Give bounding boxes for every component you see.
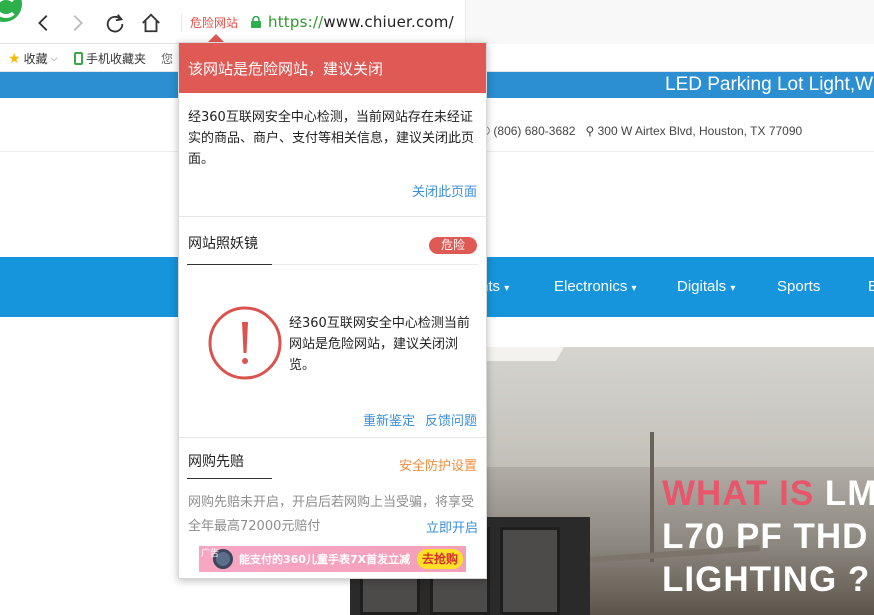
section-underline <box>187 478 272 479</box>
nav-item-digitals[interactable]: Digitals ▾ <box>677 278 735 295</box>
chevron-down-icon: ▾ <box>504 283 510 294</box>
popup-description: 经360互联网安全中心检测，当前网站存在未经证实的商品、商户、支付等相关信息，建… <box>188 110 475 167</box>
feedback-link[interactable]: 反馈问题 <box>425 410 477 429</box>
phone-icon <box>74 52 83 65</box>
security-warning-popup: 该网站是危险网站，建议关闭 经360互联网安全中心检测，当前网站存在未经证实的商… <box>178 42 487 579</box>
hero-heading: WHAT IS LM L70 PF THD I LIGHTING ? <box>662 472 874 601</box>
forward-icon[interactable] <box>64 10 90 36</box>
reassess-link[interactable]: 重新鉴定 <box>363 410 415 429</box>
ad-tag: 广告 <box>201 549 220 559</box>
url-host: www.chiuer.com/ <box>323 13 454 31</box>
ad-text: 能支付的360儿童手表7X首发立减 <box>239 553 411 566</box>
ad-cta-button[interactable]: 去抢购 <box>416 549 463 569</box>
popup-header: 该网站是危险网站，建议关闭 <box>179 43 486 93</box>
contact-phone[interactable]: (806) 680-3682 <box>493 124 575 138</box>
ad-banner[interactable]: 广告 能支付的360儿童手表7X首发立减 去抢购 <box>199 546 466 572</box>
hero-heading-line2: L70 PF THD I <box>662 517 874 556</box>
bookmark-partial[interactable]: 您 <box>161 50 173 67</box>
url-scheme: https:// <box>268 13 324 31</box>
nav-item-sports[interactable]: Sports <box>777 278 820 295</box>
contact-address: 300 W Airtex Blvd, Houston, TX 77090 <box>597 124 803 138</box>
banner-text: LED Parking Lot Light,W <box>665 74 874 95</box>
close-page-link[interactable]: 关闭此页面 <box>412 181 477 200</box>
chevron-down-icon: ▾ <box>730 283 736 294</box>
bookmark-favorites-label: 收藏 <box>23 52 48 66</box>
mirror-message: 经360互联网安全中心检测当前网站是危险网站，建议关闭浏览。 <box>289 316 470 373</box>
bookmark-mobile[interactable]: 手机收藏夹 <box>74 50 146 67</box>
contact-info: ✆ (806) 680-3682 ⚲ 300 W Airtex Blvd, Ho… <box>480 124 802 138</box>
nav-label: E <box>868 278 874 295</box>
star-icon: ★ <box>8 50 21 67</box>
mirror-section-title: 网站照妖镜 <box>188 236 258 252</box>
danger-badge: 危险 <box>429 237 477 254</box>
chevron-down-icon: ▾ <box>631 283 637 294</box>
section-rule <box>272 264 478 265</box>
hero-heading-line1: LM <box>824 474 874 513</box>
nav-item-electronics[interactable]: Electronics ▾ <box>554 278 637 295</box>
danger-site-tag[interactable]: 危险网站 <box>181 14 244 31</box>
home-icon[interactable] <box>138 10 164 36</box>
lock-icon <box>251 16 261 28</box>
bookmark-partial-label: 您 <box>161 52 174 66</box>
hero-heading-accent: WHAT IS <box>662 474 815 513</box>
security-settings-link[interactable]: 安全防护设置 <box>399 455 477 474</box>
address-bar-right-area[interactable] <box>465 0 874 44</box>
address-bar[interactable]: https://www.chiuer.com/ <box>268 13 454 31</box>
browser-toolbar: 危险网站 https://www.chiuer.com/ <box>0 0 874 44</box>
section-underline <box>187 264 272 265</box>
nav-item-cut[interactable]: E <box>868 278 874 295</box>
bookmark-favorites[interactable]: ★ 收藏 ⌵ <box>8 50 57 67</box>
refresh-icon[interactable] <box>102 10 128 36</box>
bookmark-mobile-label: 手机收藏夹 <box>86 52 147 66</box>
nav-label: Electronics <box>554 278 628 295</box>
popup-arrow <box>208 34 224 42</box>
compensation-section-title: 网购先赔 <box>188 454 244 470</box>
enable-compensation-link[interactable]: 立即开启 <box>426 517 478 536</box>
map-pin-icon: ⚲ <box>585 124 595 138</box>
browser-logo-icon <box>0 0 22 22</box>
warning-exclamation-icon <box>208 306 282 380</box>
nav-label: Sports <box>777 278 821 295</box>
popup-divider <box>179 437 486 438</box>
back-icon[interactable] <box>31 10 57 36</box>
popup-divider <box>179 216 486 217</box>
chevron-down-icon: ⌵ <box>50 53 58 64</box>
hero-heading-line3: LIGHTING ? <box>662 560 871 599</box>
nav-label: Digitals <box>677 278 727 295</box>
